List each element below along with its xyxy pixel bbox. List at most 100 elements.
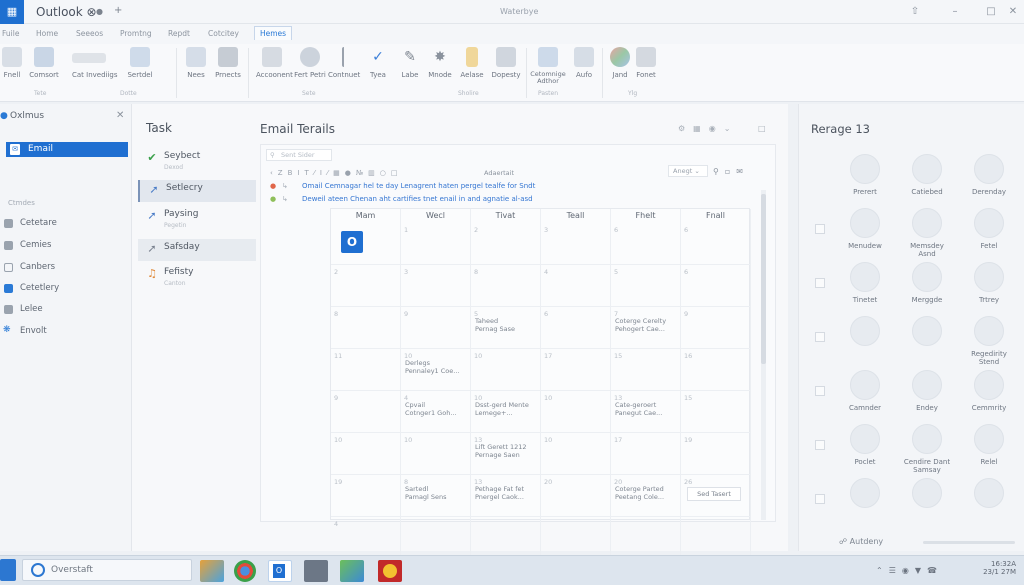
calendar-cell[interactable]: 6 <box>541 307 611 349</box>
calendar-event[interactable]: Cpvail Cotnger1 Goh... <box>405 401 457 417</box>
tile-checkbox[interactable] <box>815 440 825 450</box>
ribbon-button-fonet[interactable]: Fonet <box>630 47 662 79</box>
ribbon-button-tyea[interactable]: ✓ Tyea <box>362 47 394 79</box>
calendar-event[interactable]: Dsst-gerd Mente Lemege+... <box>475 401 529 417</box>
slider-track[interactable] <box>923 541 1015 544</box>
tile-checkbox[interactable] <box>815 224 825 234</box>
calendar-cell[interactable]: 10 <box>541 391 611 433</box>
expand-icon[interactable]: □ <box>758 124 766 133</box>
tile-item[interactable]: Endey <box>899 364 955 422</box>
calendar-event[interactable]: Taheed Pernag Sase <box>475 317 515 333</box>
tile-item[interactable]: Relel <box>961 418 1017 476</box>
view-dropdown[interactable]: Anegt ⌄ <box>668 165 708 177</box>
calendar-cell[interactable]: 4 <box>541 265 611 307</box>
nav-item-3[interactable]: Cetetlery <box>4 283 59 293</box>
folder-icon[interactable] <box>304 560 328 582</box>
tile-item[interactable] <box>837 310 893 368</box>
tray-icons[interactable]: ⌃☰◉▼☎ <box>876 566 943 575</box>
tile-item[interactable]: Menudew <box>837 202 893 260</box>
file-explorer-icon[interactable] <box>200 560 224 582</box>
calendar-cell[interactable]: 6 <box>681 223 751 265</box>
ribbon-button-fert[interactable]: Fert Petri <box>294 47 326 79</box>
nav-item-5[interactable]: ❋ Envolt <box>3 325 47 336</box>
calendar-event[interactable]: Derlegs Pennaley1 Coe... <box>405 359 459 375</box>
task-item-1[interactable]: ➚ Setlecry <box>138 180 256 202</box>
ribbon-button-aufo[interactable]: Aufo <box>568 47 600 79</box>
tile-item[interactable]: Derenday <box>961 148 1017 206</box>
outlook-icon[interactable]: O <box>341 231 363 253</box>
calendar-cell[interactable]: 3 <box>541 223 611 265</box>
calendar-cell[interactable]: 5 <box>611 265 681 307</box>
calendar-cell[interactable]: 10 <box>401 433 471 475</box>
calendar-event[interactable]: Coterge Cerelty Pehogert Cae... <box>615 317 666 333</box>
tile-item[interactable] <box>899 472 955 530</box>
calendar-cell[interactable]: 15 <box>611 349 681 391</box>
tile-checkbox[interactable] <box>815 386 825 396</box>
calendar-cell[interactable]: 19 <box>681 433 751 475</box>
tab-report[interactable]: Repdt <box>168 29 190 38</box>
tab-prompting[interactable]: Promtng <box>120 29 152 38</box>
ribbon-button-contnuet[interactable]: Contnuet <box>328 47 360 79</box>
calendar-event[interactable]: Lift Gerett 1212 Pernage Saen <box>475 443 527 459</box>
tab-category[interactable]: Cotcitey <box>208 29 239 38</box>
outlook-icon[interactable]: O <box>268 560 292 582</box>
calendar-cell[interactable]: 9 <box>331 391 401 433</box>
ribbon-button-cetomnige[interactable]: Cetomnige Adthor <box>530 47 566 85</box>
message-line[interactable]: Omail Cemnagar hel te day Lenagrent hate… <box>302 182 535 190</box>
calendar-event[interactable]: Coterge Parted Peetang Cole... <box>615 485 664 501</box>
outlook-app-icon[interactable]: ▦ <box>0 0 24 24</box>
ribbon-button-cat[interactable]: Cat Invediigs <box>72 47 118 79</box>
calendar-cell[interactable] <box>611 517 681 559</box>
taskbar-search[interactable]: Overstaft <box>22 559 192 581</box>
header-tool-icons[interactable]: ⚙▦◉⌄ <box>678 124 738 133</box>
tab-file[interactable]: Fuile <box>2 29 19 38</box>
task-item-4[interactable]: ♫ Fefisty Canton <box>138 264 256 292</box>
ribbon-button-mnode[interactable]: ✸ Mnode <box>424 47 456 79</box>
ribbon-button-sertdel[interactable]: Sertdel <box>124 47 156 79</box>
tile-item[interactable]: Regedirity Stend <box>961 310 1017 368</box>
tile-item[interactable]: Trtrey <box>961 256 1017 314</box>
nav-item-1[interactable]: Cemies <box>4 240 51 250</box>
ribbon-button-dopesty[interactable]: Dopesty <box>490 47 522 79</box>
send-button[interactable]: Sed Tasert <box>687 487 741 501</box>
nav-item-4[interactable]: Lelee <box>4 304 43 314</box>
ribbon-button-nees[interactable]: Nees <box>180 47 212 79</box>
tile-item[interactable]: Cendire Dant Samsay <box>899 418 955 476</box>
tile-item[interactable]: Poclet <box>837 418 893 476</box>
minimize-icon[interactable]: – <box>948 5 962 19</box>
nav-item-2[interactable]: Canbers <box>4 262 55 272</box>
expand-arrow-icon[interactable]: ↳ <box>282 195 288 203</box>
calendar-cell[interactable]: 19 <box>331 475 401 517</box>
pin-icon[interactable]: ● <box>96 7 103 16</box>
task-item-3[interactable]: ➚ Safsday <box>138 239 256 261</box>
calendar-cell[interactable]: 10 <box>331 433 401 475</box>
task-item-0[interactable]: ✔ Seybect Dexod <box>138 148 256 176</box>
ribbon-display-icon[interactable]: ⇧ <box>908 5 922 19</box>
tile-item[interactable]: Fetel <box>961 202 1017 260</box>
nav-item-email[interactable]: ✉ Email <box>6 142 128 157</box>
tile-item[interactable]: Prerert <box>837 148 893 206</box>
tile-checkbox[interactable] <box>815 278 825 288</box>
calendar-cell[interactable]: 8 <box>471 265 541 307</box>
calendar-event[interactable]: Cate-geroert Panegut Cae... <box>615 401 662 417</box>
expand-arrow-icon[interactable]: ↳ <box>282 182 288 190</box>
tile-item[interactable]: Merggde <box>899 256 955 314</box>
ribbon-button-labe[interactable]: ✎ Labe <box>394 47 426 79</box>
calendar-cell[interactable]: 1 <box>401 223 471 265</box>
calendar-cell[interactable]: 16 <box>681 349 751 391</box>
calendar-cell[interactable]: 20 <box>541 475 611 517</box>
calendar-cell[interactable]: 11 <box>331 349 401 391</box>
calendar-cell[interactable]: 10 <box>541 433 611 475</box>
calendar-cell[interactable]: 2 <box>471 223 541 265</box>
calendar-cell[interactable]: 6 <box>681 265 751 307</box>
tile-item[interactable] <box>961 472 1017 530</box>
sender-field[interactable]: ⚲ Sent Sider <box>266 149 332 161</box>
close-icon[interactable]: ✕ <box>1006 5 1020 19</box>
tile-checkbox[interactable] <box>815 494 825 504</box>
calendar-cell[interactable]: 17 <box>611 433 681 475</box>
close-pane-icon[interactable]: ✕ <box>116 110 124 121</box>
ribbon-button-aelase[interactable]: Aelase <box>456 47 488 79</box>
message-line[interactable]: Deweil ateen Chenan aht cartifies tnet e… <box>302 195 533 203</box>
tab-send[interactable]: Seeeos <box>76 29 103 38</box>
calendar-cell[interactable]: 3 <box>401 265 471 307</box>
